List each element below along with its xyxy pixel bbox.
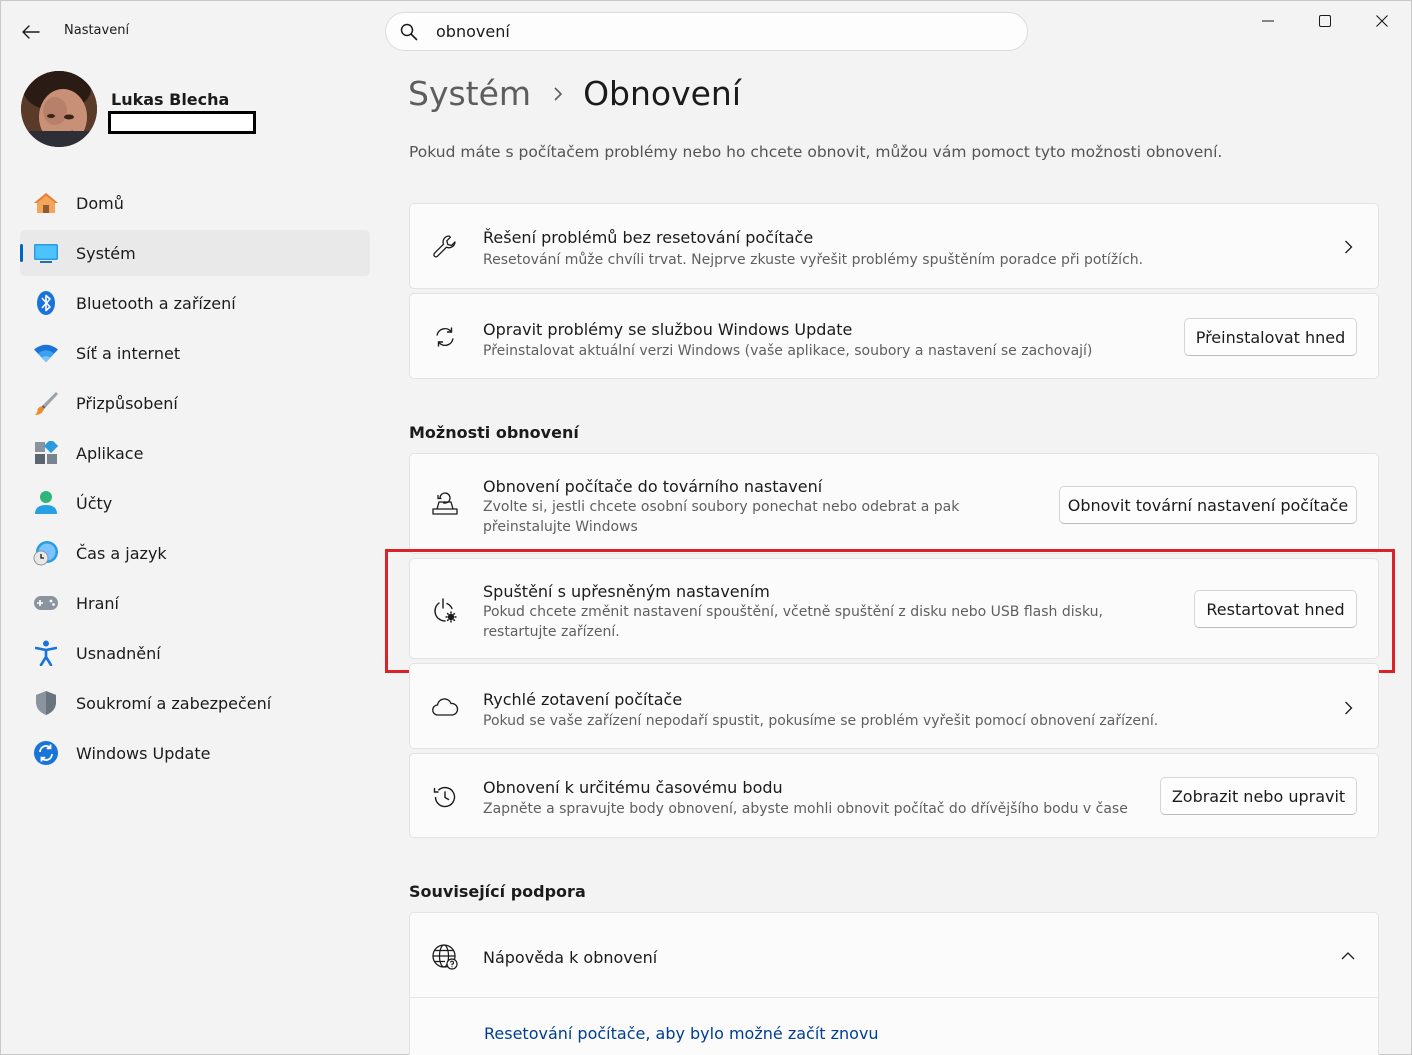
card-description: Pokud chcete změnit nastavení spouštění,…	[483, 604, 1103, 640]
search-box[interactable]	[385, 12, 1028, 51]
sidebar-item-label: Účty	[76, 493, 113, 513]
sidebar-item-label: Hraní	[76, 593, 119, 613]
chevron-right-icon	[553, 86, 563, 101]
sidebar-item-label: Přizpůsobení	[76, 393, 178, 413]
view-or-edit-button[interactable]: Zobrazit nebo upravit	[1160, 777, 1357, 815]
restart-now-button[interactable]: Restartovat hned	[1194, 590, 1357, 628]
breadcrumb: Systém Obnovení	[408, 74, 741, 113]
troubleshoot-card[interactable]: Řešení problémů bez resetování počítače …	[409, 203, 1379, 289]
history-icon	[431, 783, 459, 811]
sidebar-item-label: Domů	[76, 193, 124, 213]
card-description: Zvolte si, jestli chcete osobní soubory …	[483, 499, 960, 535]
maximize-button[interactable]	[1300, 8, 1350, 34]
monitor-icon	[33, 240, 59, 266]
sidebar-item-apps[interactable]: Aplikace	[20, 430, 370, 476]
card-title: Rychlé zotavení počítače	[483, 690, 683, 709]
sidebar-nav: Domů Systém Bluetooth a zařízení Síť a i…	[20, 180, 370, 780]
sidebar-item-label: Soukromí a zabezpečení	[76, 693, 272, 713]
section-title-support: Související podpora	[409, 882, 586, 901]
help-card-header[interactable]: Nápověda k obnovení	[410, 913, 1378, 998]
gamepad-icon	[33, 590, 59, 616]
sidebar-item-network[interactable]: Síť a internet	[20, 330, 370, 376]
sidebar-item-label: Síť a internet	[76, 343, 181, 363]
card-description: Pokud se vaše zařízení nepodaří spustit,…	[483, 713, 1159, 729]
avatar[interactable]	[21, 71, 97, 147]
quick-recovery-card[interactable]: Rychlé zotavení počítače Pokud se vaše z…	[409, 663, 1379, 749]
close-button[interactable]	[1357, 8, 1407, 34]
sidebar-item-privacy[interactable]: Soukromí a zabezpečení	[20, 680, 370, 726]
sidebar-item-label: Systém	[76, 243, 136, 263]
bluetooth-icon	[33, 290, 59, 316]
maximize-icon	[1319, 15, 1331, 27]
help-card: Nápověda k obnovení Resetování počítače,…	[409, 912, 1379, 1055]
search-input[interactable]	[436, 22, 996, 41]
sidebar-item-accounts[interactable]: Účty	[20, 480, 370, 526]
sidebar-item-home[interactable]: Domů	[20, 180, 370, 226]
search-icon	[400, 22, 420, 42]
page-title: Obnovení	[583, 74, 742, 113]
page-description: Pokud máte s počítačem problémy nebo ho …	[409, 143, 1223, 161]
advanced-startup-card: Spuštění s upřesněným nastavením Pokud c…	[409, 558, 1379, 659]
chevron-up-icon[interactable]	[1340, 949, 1356, 961]
refresh-icon	[431, 323, 459, 351]
sidebar-item-system[interactable]: Systém	[20, 230, 370, 276]
back-button[interactable]	[14, 18, 48, 46]
section-title-recovery: Možnosti obnovení	[409, 423, 579, 442]
wrench-icon	[431, 233, 459, 261]
card-title: Opravit problémy se službou Windows Upda…	[483, 320, 853, 339]
advanced-startup-icon	[431, 597, 459, 625]
accessibility-icon	[33, 640, 59, 666]
card-title: Obnovení k určitému časovému bodu	[483, 778, 783, 797]
sidebar-item-label: Bluetooth a zařízení	[76, 293, 236, 313]
sidebar-item-bluetooth[interactable]: Bluetooth a zařízení	[20, 280, 370, 326]
shield-icon	[33, 690, 59, 716]
factory-reset-card: Obnovení počítače do továrního nastavení…	[409, 453, 1379, 554]
help-link-reset-pc[interactable]: Resetování počítače, aby bylo možné začí…	[484, 1024, 879, 1043]
card-title: Obnovení počítače do továrního nastavení	[483, 477, 823, 496]
sidebar-item-gaming[interactable]: Hraní	[20, 580, 370, 626]
sidebar-item-label: Usnadnění	[76, 643, 161, 663]
card-description: Zapněte a spravujte body obnovení, abyst…	[483, 801, 1128, 817]
reinstall-now-button[interactable]: Přeinstalovat hned	[1184, 318, 1357, 356]
cloud-icon	[431, 693, 459, 721]
reset-pc-icon	[431, 490, 459, 518]
minimize-button[interactable]	[1243, 8, 1293, 34]
sidebar-item-time-language[interactable]: Čas a jazyk	[20, 530, 370, 576]
chevron-right-icon	[1340, 700, 1356, 716]
home-icon	[33, 190, 59, 216]
card-title: Spuštění s upřesněným nastavením	[483, 582, 770, 601]
user-name: Lukas Blecha	[111, 90, 230, 109]
breadcrumb-parent[interactable]: Systém	[408, 74, 531, 113]
card-title: Řešení problémů bez resetování počítače	[483, 228, 814, 247]
chevron-right-icon	[1340, 239, 1356, 255]
paintbrush-icon	[33, 390, 59, 416]
help-title: Nápověda k obnovení	[483, 948, 658, 967]
minimize-icon	[1262, 20, 1274, 22]
factory-reset-button[interactable]: Obnovit tovární nastavení počítače	[1059, 486, 1357, 524]
sidebar-item-label: Aplikace	[76, 443, 144, 463]
clock-globe-icon	[33, 540, 59, 566]
close-icon	[1376, 15, 1388, 27]
sidebar-item-label: Windows Update	[76, 743, 211, 763]
person-icon	[33, 490, 59, 516]
app-title: Nastavení	[64, 23, 130, 38]
globe-help-icon	[431, 943, 459, 971]
wifi-icon	[33, 340, 59, 366]
restore-point-card: Obnovení k určitému časovému bodu Zapnět…	[409, 753, 1379, 838]
sidebar-item-personalization[interactable]: Přizpůsobení	[20, 380, 370, 426]
card-description: Přeinstalovat aktuální verzi Windows (va…	[483, 343, 1093, 359]
sidebar-item-accessibility[interactable]: Usnadnění	[20, 630, 370, 676]
user-email-redacted	[108, 111, 256, 134]
sidebar-item-label: Čas a jazyk	[76, 543, 167, 563]
update-icon	[33, 740, 59, 766]
windows-update-repair-card: Opravit problémy se službou Windows Upda…	[409, 293, 1379, 379]
apps-icon	[33, 440, 59, 466]
card-description: Resetování může chvíli trvat. Nejprve zk…	[483, 252, 1144, 268]
sidebar-item-windows-update[interactable]: Windows Update	[20, 730, 370, 776]
arrow-left-icon	[22, 25, 40, 39]
